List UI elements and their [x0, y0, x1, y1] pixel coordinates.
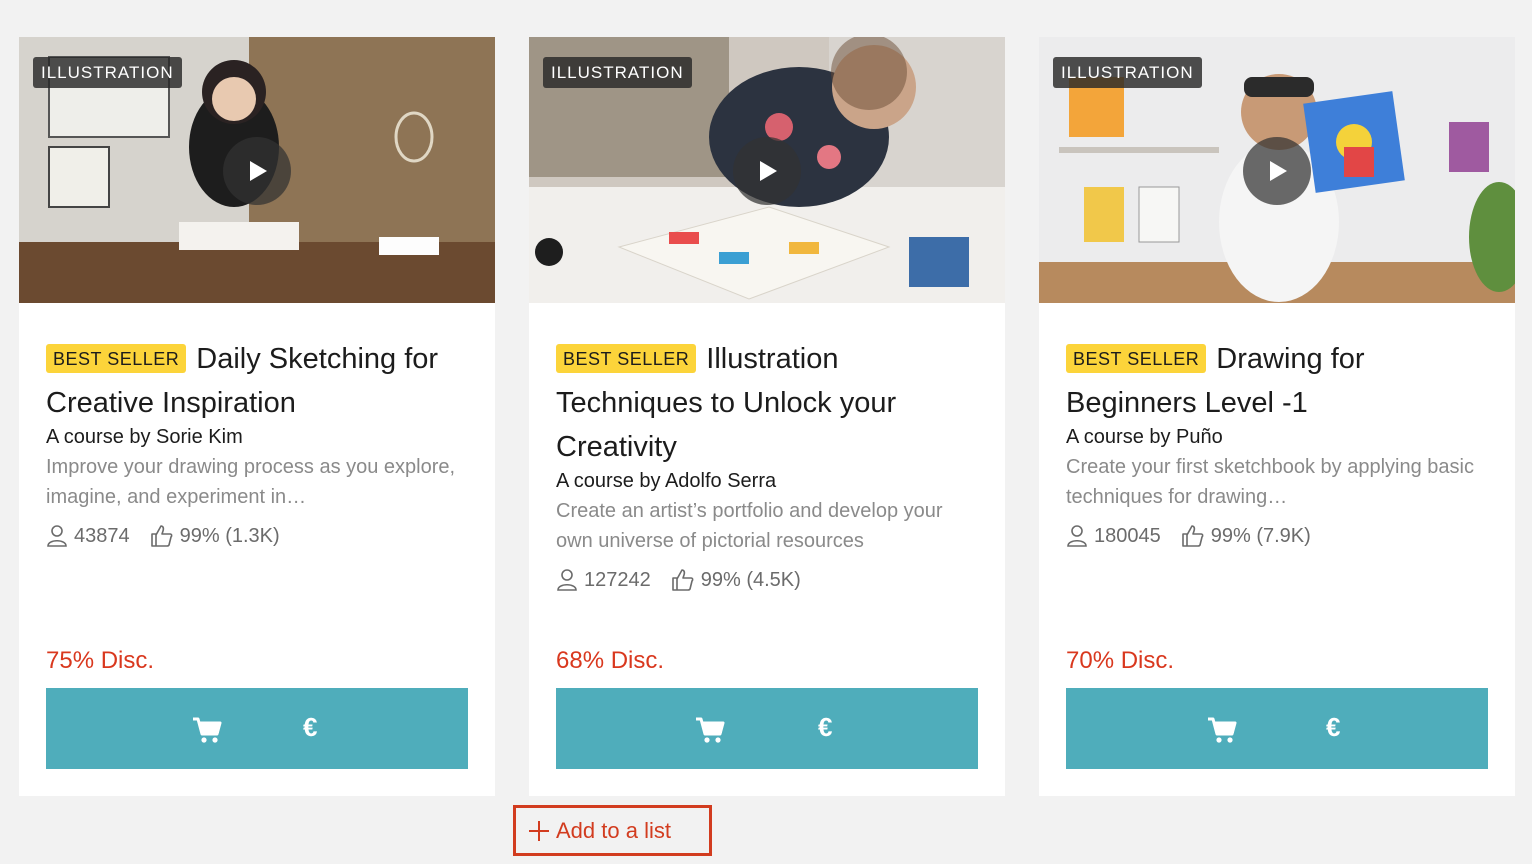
rating: 99% (1.3K)	[150, 524, 280, 548]
buy-button[interactable]: €	[556, 688, 978, 769]
course-title[interactable]: BEST SELLER Drawing for Beginners Level …	[1066, 337, 1490, 425]
course-stats: 180045 99% (7.9K)	[1066, 524, 1490, 548]
play-icon	[1270, 161, 1287, 181]
play-icon	[760, 161, 777, 181]
category-badge: ILLUSTRATION	[543, 57, 692, 88]
thumbs-up-icon	[671, 569, 694, 591]
price-currency: €	[1326, 712, 1341, 742]
course-thumbnail[interactable]: ILLUSTRATION	[19, 37, 495, 303]
course-description: Create an artist’s portfolio and develop…	[556, 500, 943, 552]
thumbs-up-icon	[1181, 525, 1204, 547]
students-value: 127242	[584, 568, 651, 591]
rating: 99% (7.9K)	[1181, 524, 1311, 548]
discount-label: 75% Disc.	[46, 647, 155, 674]
rating-value: 99% (7.9K)	[1210, 524, 1311, 547]
buy-button[interactable]: €	[1066, 688, 1488, 769]
category-badge: ILLUSTRATION	[1053, 57, 1202, 88]
cart-icon	[193, 717, 222, 743]
course-stats: 127242 99% (4.5K)	[556, 568, 980, 592]
students-count: 127242	[556, 568, 651, 592]
course-author: A course by Sorie Kim	[46, 426, 243, 448]
course-description: Create your first sketchbook by applying…	[1066, 456, 1474, 508]
user-icon	[557, 569, 577, 591]
price-currency: €	[303, 712, 318, 742]
play-button[interactable]	[733, 137, 801, 205]
students-count: 43874	[46, 524, 130, 548]
user-icon	[47, 525, 67, 547]
thumbs-up-icon	[150, 525, 173, 547]
course-card[interactable]: ILLUSTRATION BEST SELLER Drawing for Beg…	[1039, 37, 1515, 796]
course-thumbnail[interactable]: ILLUSTRATION	[529, 37, 1005, 303]
course-author: A course by Adolfo Serra	[556, 470, 777, 492]
discount-label: 68% Disc.	[556, 647, 665, 674]
price-currency: €	[818, 712, 833, 742]
play-button[interactable]	[223, 137, 291, 205]
discount-label: 70% Disc.	[1066, 647, 1175, 674]
students-value: 180045	[1094, 524, 1161, 547]
category-badge: ILLUSTRATION	[33, 57, 182, 88]
buy-button[interactable]: €	[46, 688, 468, 769]
cart-icon	[696, 717, 725, 743]
course-stats: 43874 99% (1.3K)	[46, 524, 470, 548]
play-button[interactable]	[1243, 137, 1311, 205]
course-card[interactable]: ILLUSTRATION BEST SELLER Illustration Te…	[529, 37, 1005, 796]
add-to-list-label: Add to a list	[556, 817, 671, 843]
play-icon	[250, 161, 267, 181]
best-seller-badge: BEST SELLER	[46, 344, 187, 373]
user-icon	[1067, 525, 1087, 547]
students-value: 43874	[74, 524, 130, 547]
rating-value: 99% (1.3K)	[179, 524, 280, 547]
students-count: 180045	[1066, 524, 1161, 548]
course-card[interactable]: ILLUSTRATION BEST SELLER Daily Sketching…	[19, 37, 495, 796]
rating-value: 99% (4.5K)	[700, 568, 801, 591]
course-title[interactable]: BEST SELLER Illustration Techniques to U…	[556, 337, 980, 469]
course-description: Improve your drawing process as you expl…	[46, 456, 456, 508]
best-seller-badge: BEST SELLER	[1066, 344, 1207, 373]
add-to-list-button[interactable]: Add to a list	[513, 805, 712, 856]
cart-icon	[1208, 717, 1237, 743]
course-title[interactable]: BEST SELLER Daily Sketching for Creative…	[46, 337, 470, 425]
plus-icon	[529, 820, 549, 841]
rating: 99% (4.5K)	[671, 568, 801, 592]
course-thumbnail[interactable]: ILLUSTRATION	[1039, 37, 1515, 303]
course-author: A course by Puño	[1066, 426, 1223, 448]
best-seller-badge: BEST SELLER	[556, 344, 697, 373]
